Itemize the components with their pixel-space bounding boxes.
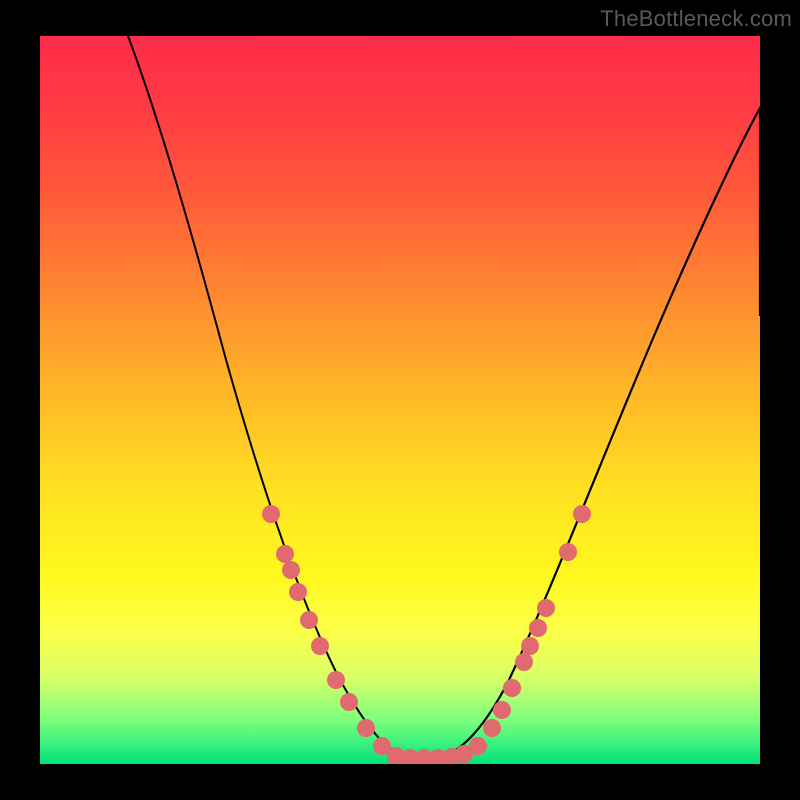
dot-right — [537, 599, 555, 617]
dot-left — [289, 583, 307, 601]
chart-frame: TheBottleneck.com — [0, 0, 800, 800]
watermark-text: TheBottleneck.com — [600, 6, 792, 32]
dot-left — [300, 611, 318, 629]
dot-right — [515, 653, 533, 671]
dots-group — [262, 505, 591, 764]
dot-left — [340, 693, 358, 711]
dot-right — [483, 719, 501, 737]
dot-left — [327, 671, 345, 689]
dot-left — [311, 637, 329, 655]
curve-right — [432, 108, 760, 758]
dot-right — [559, 543, 577, 561]
dot-right — [493, 701, 511, 719]
dot-right — [503, 679, 521, 697]
dot-right — [573, 505, 591, 523]
chart-svg — [40, 36, 760, 764]
curve-left — [128, 36, 432, 758]
dot-left — [282, 561, 300, 579]
dot-left — [276, 545, 294, 563]
dot-left — [357, 719, 375, 737]
dot-right — [521, 637, 539, 655]
dot-right — [529, 619, 547, 637]
dot-left — [262, 505, 280, 523]
plot-area — [40, 36, 760, 764]
dot-right — [469, 737, 487, 755]
